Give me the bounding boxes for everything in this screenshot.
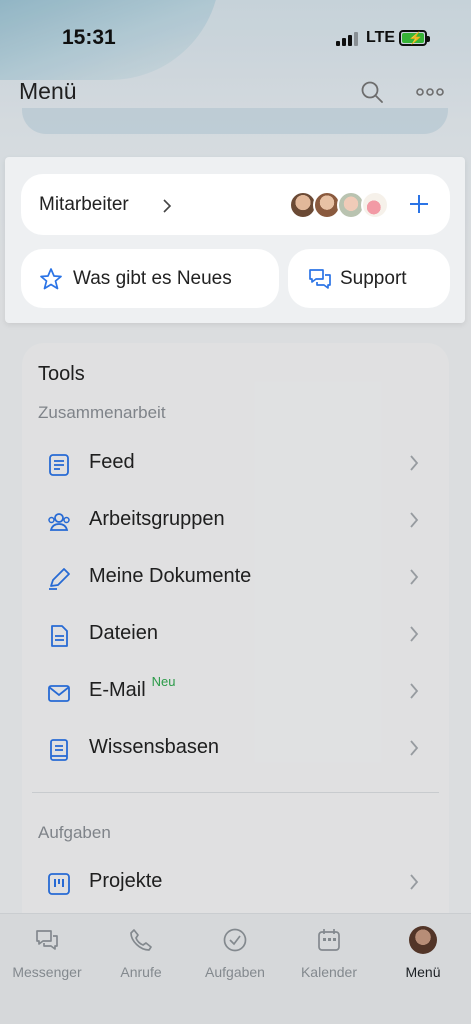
support-label: Support — [340, 268, 407, 289]
chevron-right-icon — [163, 199, 172, 213]
tab-label: Menü — [405, 964, 441, 980]
file-icon — [51, 625, 68, 647]
mail-icon — [48, 685, 70, 702]
whats-new-button[interactable]: Was gibt es Neues — [21, 249, 279, 308]
section-label-tasks: Aufgaben — [38, 823, 111, 842]
workgroups-icon — [48, 513, 70, 531]
tab-tasks[interactable]: Aufgaben — [188, 914, 282, 994]
avatar — [361, 191, 389, 219]
menu-item-my-documents[interactable]: Meine Dokumente — [22, 550, 449, 607]
book-icon — [50, 739, 68, 761]
tab-label: Anrufe — [120, 964, 162, 980]
whats-new-label: Was gibt es Neues — [73, 268, 232, 289]
staff-row[interactable]: Mitarbeiter — [21, 174, 450, 235]
pen-icon — [49, 568, 70, 590]
battery-icon: ⚡ — [399, 30, 430, 46]
chevron-right-icon — [410, 683, 419, 699]
tab-label: Aufgaben — [205, 964, 265, 980]
tab-calendar[interactable]: Kalender — [282, 914, 376, 994]
chat-icon — [309, 269, 331, 289]
page-title: Menü — [19, 78, 77, 104]
more-icon[interactable] — [416, 80, 444, 104]
menu-item-label: E-Mail Neu — [89, 674, 176, 702]
menu-item-email[interactable]: E-Mail Neu — [22, 664, 449, 721]
tab-messenger[interactable]: Messenger — [0, 914, 94, 994]
network-type: LTE — [366, 29, 396, 46]
signal-icon — [336, 32, 358, 46]
menu-item-projects[interactable]: Projekte — [22, 855, 449, 912]
tab-menu[interactable]: Menü — [376, 914, 470, 994]
avatar — [409, 926, 437, 954]
new-badge: Neu — [151, 674, 176, 689]
calendar-icon — [318, 929, 340, 951]
tab-label: Messenger — [12, 964, 82, 980]
menu-item-label: Arbeitsgruppen — [89, 508, 225, 530]
staff-label: Mitarbeiter — [39, 194, 129, 215]
email-label: E-Mail — [89, 679, 146, 701]
chevron-right-icon — [410, 512, 419, 528]
feed-icon — [49, 454, 69, 476]
phone-icon — [130, 929, 152, 951]
support-button[interactable]: Support — [288, 249, 450, 308]
chevron-right-icon — [410, 874, 419, 890]
menu-item-label: Projekte — [89, 870, 163, 892]
projects-icon — [48, 873, 70, 895]
tools-card: Tools Zusammenarbeit Feed Arbeitsgruppen — [22, 343, 449, 943]
tab-label: Kalender — [300, 964, 358, 980]
staff-avatars — [289, 191, 399, 219]
chevron-right-icon — [410, 455, 419, 471]
chevron-right-icon — [410, 569, 419, 585]
chat-icon — [36, 930, 58, 950]
tab-bar: Messenger Anrufe Aufgaben Kalender Menü — [0, 913, 471, 1024]
status-time: 15:31 — [62, 26, 116, 49]
menu-item-label: Wissensbasen — [89, 736, 220, 758]
section-label-collaboration: Zusammenarbeit — [38, 403, 166, 422]
chevron-right-icon — [410, 740, 419, 756]
menu-item-knowledge-bases[interactable]: Wissensbasen — [22, 721, 449, 778]
menu-screen: 15:31 LTE ⚡ Menü Tools Zusammenarbeit Fe… — [0, 0, 471, 1024]
menu-item-files[interactable]: Dateien — [22, 607, 449, 664]
add-icon[interactable] — [406, 191, 432, 217]
menu-item-workgroups[interactable]: Arbeitsgruppen — [22, 493, 449, 550]
search-icon[interactable] — [360, 80, 384, 104]
check-circle-icon — [223, 928, 247, 952]
chevron-right-icon — [410, 626, 419, 642]
section-divider — [32, 792, 439, 793]
menu-item-label: Feed — [89, 451, 135, 473]
tools-title: Tools — [38, 363, 85, 385]
menu-item-label: Dateien — [89, 622, 158, 644]
tab-calls[interactable]: Anrufe — [94, 914, 188, 994]
star-icon — [40, 268, 62, 290]
quick-actions-popup: Mitarbeiter Was gibt es Neues Support — [5, 157, 465, 323]
status-bar: 15:31 LTE ⚡ — [0, 0, 471, 70]
banner-strip — [22, 108, 448, 134]
menu-item-label: Meine Dokumente — [89, 565, 252, 587]
menu-item-feed[interactable]: Feed — [22, 436, 449, 493]
